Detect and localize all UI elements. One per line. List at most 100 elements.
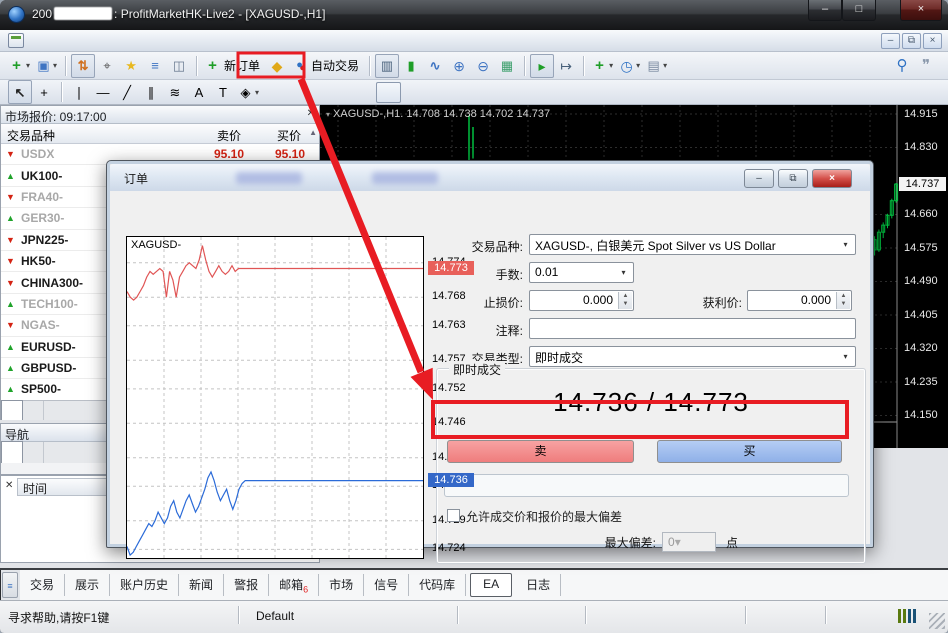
chart-shift-button[interactable]: ↦ bbox=[554, 54, 578, 78]
zoom-out-button[interactable]: ⊖ bbox=[471, 54, 495, 78]
order-type-select[interactable]: 即时成交▾ bbox=[529, 346, 856, 367]
dialog-close-button[interactable]: × bbox=[812, 169, 852, 188]
indicators-button[interactable]: +▾ bbox=[589, 54, 616, 78]
market-watch-close-icon[interactable]: ✕ bbox=[307, 108, 315, 120]
templates-button[interactable]: ▤▾ bbox=[643, 54, 670, 78]
terminal-tab[interactable]: 交易 bbox=[20, 574, 65, 596]
search-button[interactable]: ⚲ bbox=[890, 54, 914, 78]
timeframe-button[interactable] bbox=[351, 82, 376, 103]
mdi-minimize-button[interactable]: – bbox=[881, 33, 900, 49]
menu-item[interactable] bbox=[30, 38, 50, 44]
auto-trading-button[interactable]: ●自动交易 bbox=[289, 54, 364, 78]
buy-button[interactable]: 买 bbox=[657, 440, 842, 463]
terminal-tab[interactable]: EA bbox=[470, 573, 512, 597]
auto-scroll-button[interactable]: ▸ bbox=[530, 54, 554, 78]
timeframe-button[interactable] bbox=[426, 82, 451, 103]
cursor-button[interactable]: ↖ bbox=[8, 80, 32, 104]
timeframe-button[interactable] bbox=[376, 82, 401, 103]
terminal-tab[interactable]: 代码库 bbox=[409, 574, 466, 596]
close-button[interactable]: × bbox=[900, 0, 942, 21]
channel-button[interactable]: ∥ bbox=[139, 80, 163, 104]
max-deviation-select[interactable]: 0▾ bbox=[662, 532, 716, 552]
market-watch-icon: ≡ bbox=[148, 59, 163, 72]
terminal-tab[interactable]: 邮箱6 bbox=[269, 574, 319, 596]
spinner-icons[interactable]: ▲▼ bbox=[836, 292, 850, 309]
resize-grip[interactable] bbox=[929, 613, 945, 629]
text-label-button[interactable]: T bbox=[211, 80, 235, 104]
stoploss-input[interactable]: 0.000▲▼ bbox=[529, 290, 634, 311]
timeframe-button[interactable] bbox=[476, 82, 501, 103]
tick-chart-button[interactable]: ⇅ bbox=[71, 54, 95, 78]
column-symbol[interactable]: 交易品种 bbox=[7, 127, 55, 144]
fibonacci-button[interactable]: ≋ bbox=[163, 80, 187, 104]
timeframe-button[interactable] bbox=[301, 82, 326, 103]
chat-button[interactable]: ❞ bbox=[914, 54, 938, 78]
menu-item[interactable] bbox=[70, 38, 90, 44]
zoom-in-button[interactable]: ⊕ bbox=[447, 54, 471, 78]
docked-panel-icon[interactable]: ≡ bbox=[2, 572, 18, 598]
sell-button[interactable]: 卖 bbox=[447, 440, 634, 463]
vline-button[interactable]: ∣ bbox=[67, 80, 91, 104]
data-window-button[interactable]: ◫ bbox=[167, 54, 191, 78]
candle-chart-button[interactable]: ▮ bbox=[399, 54, 423, 78]
mdi-restore-icon: ⧉ bbox=[908, 35, 915, 46]
expert-advisors-button[interactable]: ◆ bbox=[265, 54, 289, 78]
hline-button[interactable]: ― bbox=[91, 80, 115, 104]
line-chart-button[interactable]: ∿ bbox=[423, 54, 447, 78]
panel-tab[interactable] bbox=[1, 400, 23, 420]
terminal-tab[interactable]: 警报 bbox=[224, 574, 269, 596]
menu-item[interactable] bbox=[130, 38, 150, 44]
periods-button[interactable]: ◷▾ bbox=[616, 54, 643, 78]
minimize-button[interactable]: – bbox=[808, 0, 842, 21]
time-column-header[interactable]: 时间 bbox=[17, 478, 107, 496]
terminal-tab[interactable]: 日志 bbox=[516, 574, 561, 596]
column-bid[interactable]: 卖价 bbox=[217, 127, 241, 144]
dialog-minimize-button[interactable]: – bbox=[744, 169, 774, 188]
scroll-up-icon[interactable]: ▲ bbox=[309, 128, 317, 137]
terminal-tab[interactable]: 新闻 bbox=[179, 574, 224, 596]
panel-close-icon[interactable]: ✕ bbox=[5, 480, 13, 491]
timeframe-button[interactable] bbox=[326, 82, 351, 103]
timeframe-button[interactable] bbox=[451, 82, 476, 103]
takeprofit-input[interactable]: 0.000▲▼ bbox=[747, 290, 852, 311]
favorites-button[interactable]: ★ bbox=[119, 54, 143, 78]
crosshair-tool-button[interactable]: + bbox=[32, 80, 56, 104]
mdi-close-button[interactable]: × bbox=[923, 33, 942, 49]
symbol-field-label: 交易品种: bbox=[408, 238, 523, 255]
menu-item[interactable] bbox=[110, 38, 130, 44]
shapes-button[interactable]: ◈▾ bbox=[235, 80, 262, 104]
volume-select[interactable]: 0.01▾ bbox=[529, 262, 634, 283]
terminal-tab[interactable]: 账户历史 bbox=[110, 574, 179, 596]
terminal-tab[interactable]: 展示 bbox=[65, 574, 110, 596]
maximize-button[interactable]: □ bbox=[842, 0, 876, 21]
menu-item[interactable] bbox=[150, 38, 170, 44]
profiles-button[interactable]: ▣▾ bbox=[33, 54, 60, 78]
text-button[interactable]: A bbox=[187, 80, 211, 104]
menu-item[interactable] bbox=[50, 38, 70, 44]
comment-input[interactable] bbox=[529, 318, 856, 339]
panel-tab[interactable] bbox=[1, 441, 23, 463]
panel-tab[interactable] bbox=[23, 401, 44, 420]
symbol-select[interactable]: XAGUSD-, 白银美元 Spot Silver vs US Dollar▾ bbox=[529, 234, 856, 255]
terminal-tab[interactable]: 市场 bbox=[319, 574, 364, 596]
dialog-restore-button[interactable]: ⧉ bbox=[778, 169, 808, 188]
crosshair-button[interactable]: ⌖ bbox=[95, 54, 119, 78]
menu-item[interactable] bbox=[90, 38, 110, 44]
profile-name[interactable]: Default bbox=[256, 609, 294, 623]
terminal-tabs: 交易展示账户历史新闻警报邮箱6市场信号代码库EA日志 bbox=[20, 570, 948, 600]
new-chart-button[interactable]: +▾ bbox=[6, 54, 33, 78]
panel-tab[interactable] bbox=[23, 442, 44, 463]
timeframe-button[interactable] bbox=[276, 82, 301, 103]
trendline-button[interactable]: ╱ bbox=[115, 80, 139, 104]
market-watch-button[interactable]: ≡ bbox=[143, 54, 167, 78]
bar-chart-button[interactable]: ▥ bbox=[375, 54, 399, 78]
terminal-tab[interactable]: 信号 bbox=[364, 574, 409, 596]
mdi-restore-button[interactable]: ⧉ bbox=[902, 33, 921, 49]
timeframe-button[interactable] bbox=[401, 82, 426, 103]
deviation-checkbox[interactable] bbox=[447, 509, 460, 522]
order-dialog-titlebar[interactable]: 订单 – ⧉ × bbox=[110, 164, 870, 191]
tile-windows-button[interactable]: ▦ bbox=[495, 54, 519, 78]
new-order-button[interactable]: +新订单 bbox=[202, 54, 265, 78]
column-ask[interactable]: 买价 bbox=[277, 127, 301, 144]
chart-shift-icon: ↦ bbox=[559, 59, 574, 73]
